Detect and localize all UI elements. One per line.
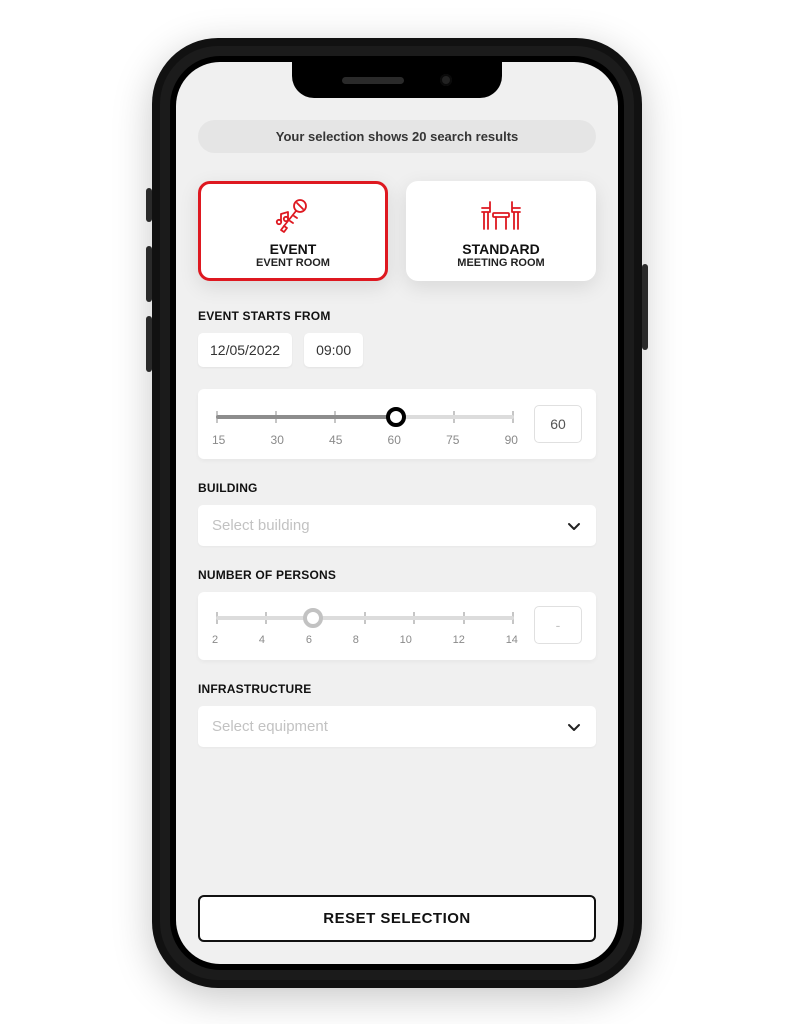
phone-frame: Your selection shows 20 search results: [152, 38, 642, 988]
side-button-silent: [146, 188, 152, 222]
time-field[interactable]: 09:00: [304, 333, 363, 367]
persons-label: NUMBER OF PERSONS: [198, 568, 596, 582]
persons-slider-thumb[interactable]: [303, 608, 323, 628]
infrastructure-label: INFRASTRUCTURE: [198, 682, 596, 696]
infrastructure-section: INFRASTRUCTURE Select equipment: [198, 682, 596, 747]
room-type-title: STANDARD: [416, 241, 586, 257]
side-button-power: [642, 264, 648, 350]
front-camera: [440, 74, 452, 86]
screen: Your selection shows 20 search results: [176, 62, 618, 964]
event-start-label: EVENT STARTS FROM: [198, 309, 596, 323]
notch: [292, 62, 502, 98]
microphone-music-icon: [208, 193, 378, 239]
room-type-standard[interactable]: STANDARD MEETING ROOM: [406, 181, 596, 281]
room-type-selector: EVENT EVENT ROOM STANDARD: [198, 181, 596, 281]
infrastructure-select-placeholder: Select equipment: [212, 718, 328, 735]
duration-slider[interactable]: 15 30 45 60 75 90: [212, 405, 518, 453]
room-type-title: EVENT: [208, 241, 378, 257]
date-field[interactable]: 12/05/2022: [198, 333, 292, 367]
room-type-subtitle: EVENT ROOM: [208, 257, 378, 269]
building-select-placeholder: Select building: [212, 517, 310, 534]
room-type-subtitle: MEETING ROOM: [416, 257, 586, 269]
search-results-banner: Your selection shows 20 search results: [198, 120, 596, 153]
chevron-down-icon: [566, 719, 582, 735]
side-button-volume-up: [146, 246, 152, 302]
infrastructure-select[interactable]: Select equipment: [198, 706, 596, 747]
duration-section: 15 30 45 60 75 90 60: [198, 389, 596, 459]
reset-selection-button[interactable]: RESET SELECTION: [198, 895, 596, 942]
event-start-section: EVENT STARTS FROM 12/05/2022 09:00: [198, 309, 596, 367]
earpiece-speaker: [342, 77, 404, 84]
duration-readout: 60: [534, 405, 582, 443]
building-select[interactable]: Select building: [198, 505, 596, 546]
room-type-event[interactable]: EVENT EVENT ROOM: [198, 181, 388, 281]
persons-section: NUMBER OF PERSONS 2 4 6: [198, 568, 596, 660]
side-button-volume-down: [146, 316, 152, 372]
persons-slider[interactable]: 2 4 6 8 10 12 14: [212, 606, 518, 654]
building-section: BUILDING Select building: [198, 481, 596, 546]
meeting-table-icon: [416, 193, 586, 239]
duration-slider-thumb[interactable]: [386, 407, 406, 427]
persons-readout: -: [534, 606, 582, 644]
chevron-down-icon: [566, 518, 582, 534]
building-label: BUILDING: [198, 481, 596, 495]
